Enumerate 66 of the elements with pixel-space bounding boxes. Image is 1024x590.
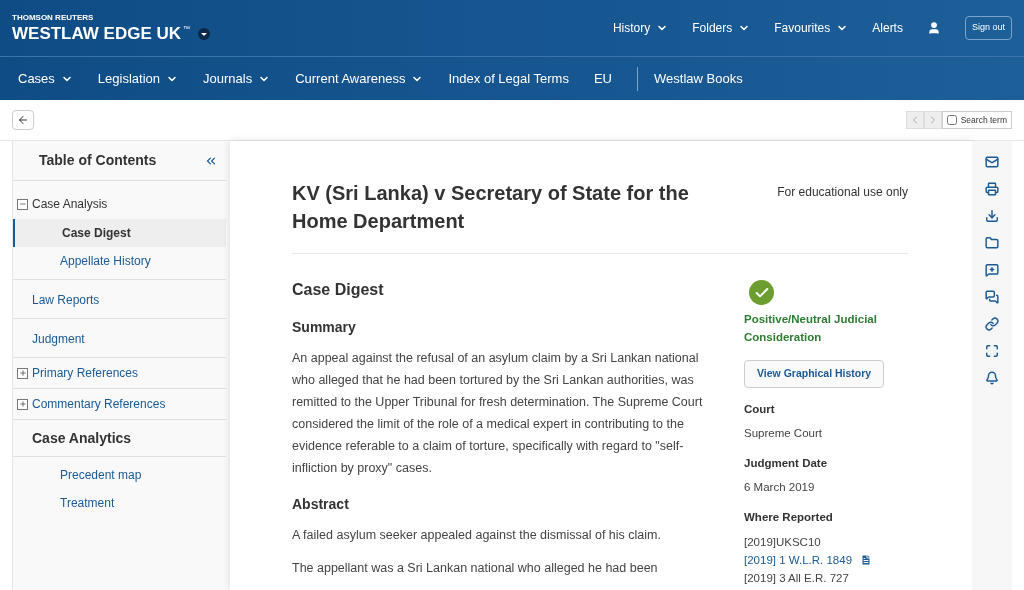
- toc-link[interactable]: Case Digest: [13, 219, 226, 247]
- field-value: Supreme Court: [744, 426, 822, 441]
- search-term-checkbox[interactable]: [946, 115, 957, 125]
- toc-link[interactable]: Primary References: [32, 364, 139, 382]
- field-value: [2019] 3 All E.R. 727: [744, 570, 849, 586]
- usage-notice: For educational use only: [777, 184, 908, 201]
- collapse-toggle[interactable]: [17, 198, 28, 210]
- field-label: Where Reported: [744, 510, 834, 526]
- section-heading: Case Digest: [292, 280, 385, 300]
- nav-menu-item[interactable]: Westlaw Books: [637, 66, 743, 91]
- minus-icon: [18, 200, 27, 208]
- toc-link[interactable]: Treatment: [13, 489, 226, 517]
- plus-icon: [18, 369, 27, 377]
- nav-menu-item[interactable]: Legislation: [97, 68, 178, 89]
- field-label: Judgment Date: [744, 456, 829, 471]
- brand-company: THOMSON REUTERS: [12, 12, 95, 24]
- plus-icon: [18, 400, 27, 408]
- toc-link[interactable]: Judgment: [32, 332, 85, 346]
- body-paragraph: A failed asylum seeker appealed against the dismissal of his claim.: [292, 527, 662, 544]
- subsection-heading: Summary: [292, 318, 357, 337]
- nav-menu-item[interactable]: Journals: [203, 68, 271, 89]
- view-graphical-history-button[interactable]: View Graphical History: [744, 360, 885, 388]
- back-arrow-icon: [17, 114, 29, 126]
- brand-name[interactable]: WESTLAW EDGE UK: [12, 24, 182, 44]
- link-icon[interactable]: [985, 317, 999, 331]
- folder-icon[interactable]: [985, 236, 999, 250]
- email-icon[interactable]: [985, 155, 999, 169]
- citation-link[interactable]: [2019] 1 W.L.R. 1849: [744, 550, 853, 569]
- nav-menu-item[interactable]: Index of Legal Terms: [448, 68, 569, 89]
- header-menu-item[interactable]: Folders: [692, 19, 751, 37]
- document-title: KV (Sri Lanka) v Secretary of State for the Home Department: [292, 181, 690, 234]
- subsection-heading: Abstract: [292, 495, 350, 514]
- print-icon[interactable]: [985, 182, 999, 196]
- search-term-toggle[interactable]: Search term: [941, 111, 1012, 129]
- nav-menu-item[interactable]: Current Awareness: [295, 68, 424, 89]
- toc-link[interactable]: Commentary References: [32, 395, 166, 413]
- download-icon[interactable]: [985, 209, 999, 223]
- fullscreen-icon[interactable]: [985, 344, 999, 358]
- user-icon[interactable]: [926, 21, 941, 35]
- toc-title: Table of Contents: [39, 151, 157, 170]
- back-button[interactable]: [12, 110, 34, 130]
- expand-toggle[interactable]: [17, 367, 28, 379]
- add-note-icon[interactable]: [985, 263, 999, 277]
- comments-icon[interactable]: [985, 290, 999, 304]
- expand-toggle[interactable]: [17, 398, 28, 410]
- nav-menu-item[interactable]: Cases: [18, 68, 73, 89]
- field-label: Court: [744, 401, 776, 417]
- toc-heading: Case Analytics: [32, 430, 132, 446]
- sign-out-button[interactable]: Sign out: [964, 16, 1012, 40]
- toc-link[interactable]: Appellate History: [13, 247, 226, 275]
- nav-menu-item[interactable]: EU: [593, 68, 612, 89]
- toc-link[interactable]: Precedent map: [13, 461, 226, 489]
- search-term-label[interactable]: Search term: [960, 113, 1007, 127]
- toc-link[interactable]: Case Analysis: [32, 195, 108, 213]
- header-menu-item[interactable]: Favourites: [774, 19, 849, 37]
- status-label: Positive/Neutral Judicial Consideration: [744, 312, 878, 345]
- pdf-icon[interactable]: [860, 553, 873, 566]
- header-menu-item[interactable]: History: [612, 19, 669, 37]
- header-menu-item[interactable]: Alerts: [872, 19, 903, 37]
- brand-menu-icon[interactable]: [198, 28, 211, 40]
- body-paragraph: An appeal against the refusal of an asylum claim by a Sri Lankan national who alleged that he had been tortured by the Sri Lankan authorities, was remitted to the Upper Tribunal for fresh determination. The Supreme Court considered the limit of the role of a medical expert in contributing to the evidence referable to a claim of torture, specifically with regard to "self-infliction by proxy" cases.: [292, 350, 704, 477]
- field-value: [2019]UKSC10: [744, 534, 821, 550]
- toc-link[interactable]: Law Reports: [32, 293, 100, 307]
- body-paragraph: The appellant was a Sri Lankan national who alleged he had been: [292, 560, 659, 577]
- field-value: 6 March 2019: [744, 480, 815, 496]
- alert-bell-icon[interactable]: [985, 371, 999, 385]
